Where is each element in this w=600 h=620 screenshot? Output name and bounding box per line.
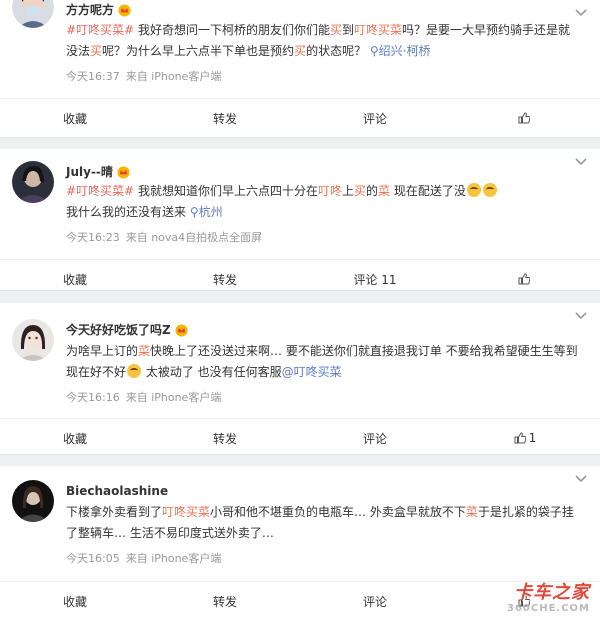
weibo-post-1: 方方呢方 #叮咚买菜# 我好奇想问一下柯桥的朋友们你们能买到叮咚买菜吗？是要一大… <box>0 0 600 138</box>
laugh-emoji-icon <box>127 364 142 378</box>
keyword-highlight: 叮咚买菜 <box>162 505 211 519</box>
post-time[interactable]: 今天16:37 <box>66 70 120 83</box>
post-content: #叮咚买菜# 我好奇想问一下柯桥的朋友们你们能买到叮咚买菜吗？是要一大早预约骑手… <box>66 23 571 58</box>
post-source: 来自 iPhone客户端 <box>125 70 222 83</box>
post-source: 来自 iPhone客户端 <box>125 552 222 565</box>
thumbs-up-icon <box>514 432 526 444</box>
collect-button[interactable]: 收藏 <box>0 582 150 620</box>
post-content: 下楼拿外卖看到了叮咚买菜小哥和他不堪重负的电瓶车… 外卖盒早就放不下菜于是扎紧的… <box>66 505 574 540</box>
thumbs-up-icon <box>518 595 530 607</box>
action-bar: 收藏 转发 评论 1 <box>0 418 600 457</box>
username[interactable]: July--晴 <box>66 163 130 180</box>
chevron-down-icon[interactable] <box>574 8 588 18</box>
avatar[interactable] <box>12 319 54 361</box>
post-source: 来自 iPhone客户端 <box>125 391 222 404</box>
post-content: #叮咚买菜# 我就想知道你们早上六点四十分在叮咚上买的菜 现在配送了没 我什么我的… <box>66 181 580 223</box>
keyword-highlight: 叮咚 <box>317 184 342 198</box>
post-time[interactable]: 今天16:05 <box>66 552 120 565</box>
keyword-highlight: 菜 <box>138 344 151 358</box>
username[interactable]: 方方呢方 <box>66 1 131 18</box>
username[interactable]: Biechaolashine <box>66 484 168 498</box>
comment-button[interactable]: 评论 <box>300 582 450 620</box>
mention-or-location-link[interactable]: @叮咚买菜 <box>282 365 342 379</box>
like-button[interactable] <box>450 99 600 137</box>
collect-button[interactable]: 收藏 <box>0 99 150 137</box>
action-bar: 收藏 转发 评论 <box>0 98 600 137</box>
chevron-down-icon[interactable] <box>574 311 588 321</box>
weibo-post-4: Biechaolashine 下楼拿外卖看到了叮咚买菜小哥和他不堪重负的电瓶车…… <box>0 466 600 620</box>
post-meta: 今天16:23 来自 nova4自拍极点全面屏 <box>66 229 262 245</box>
post-source: 来自 nova4自拍极点全面屏 <box>125 231 263 244</box>
mention-or-location-link[interactable]: ⚲绍兴·柯桥 <box>370 44 431 58</box>
like-button[interactable] <box>450 582 600 620</box>
vip-crown-icon <box>175 324 188 337</box>
vip-crown-icon <box>118 4 131 17</box>
keyword-highlight: 菜 <box>465 505 478 519</box>
username[interactable]: 今天好好吃饭了吗Z <box>66 321 188 338</box>
hashtag-link[interactable]: #叮咚买菜# <box>66 184 134 198</box>
action-bar: 收藏 转发 评论 11 <box>0 259 600 298</box>
keyword-highlight: 菜 <box>378 184 391 198</box>
chevron-down-icon[interactable] <box>574 157 588 167</box>
keyword-highlight: 叮咚买菜 <box>353 23 402 37</box>
keyword-highlight: 买 <box>353 184 366 198</box>
comment-button[interactable]: 评论 <box>300 99 450 137</box>
keyword-highlight: 买 <box>90 44 103 58</box>
laugh-emoji-icon <box>466 183 481 197</box>
weibo-post-2: July--晴 #叮咚买菜# 我就想知道你们早上六点四十分在叮咚上买的菜 现在配… <box>0 149 600 291</box>
thumbs-up-icon <box>518 273 530 285</box>
comment-button[interactable]: 评论 <box>300 419 450 457</box>
collect-button[interactable]: 收藏 <box>0 419 150 457</box>
vip-crown-icon <box>117 166 130 179</box>
keyword-highlight: 买 <box>294 44 307 58</box>
avatar[interactable] <box>12 0 54 28</box>
post-meta: 今天16:05 来自 iPhone客户端 <box>66 550 221 566</box>
post-time[interactable]: 今天16:23 <box>66 231 120 244</box>
avatar[interactable] <box>12 161 54 203</box>
post-meta: 今天16:37 来自 iPhone客户端 <box>66 68 221 84</box>
like-count: 1 <box>528 431 537 445</box>
like-button[interactable] <box>450 260 600 298</box>
thumbs-up-icon <box>518 112 530 124</box>
repost-button[interactable]: 转发 <box>150 419 300 457</box>
post-content: 为啥早上订的菜快晚上了还没送过来啊… 要不能送你们就直接退我订单 不要给我希望硬… <box>66 344 578 379</box>
repost-button[interactable]: 转发 <box>150 99 300 137</box>
collect-button[interactable]: 收藏 <box>0 260 150 298</box>
like-button[interactable]: 1 <box>450 419 600 457</box>
weibo-post-3: 今天好好吃饭了吗Z 为啥早上订的菜快晚上了还没送过来啊… 要不能送你们就直接退我… <box>0 303 600 455</box>
laugh-emoji-icon <box>482 183 497 197</box>
comment-button[interactable]: 评论 11 <box>300 260 450 298</box>
hashtag-link[interactable]: #叮咚买菜# <box>66 23 134 37</box>
repost-button[interactable]: 转发 <box>150 260 300 298</box>
keyword-highlight: 买 <box>329 23 342 37</box>
action-bar: 收藏 转发 评论 <box>0 581 600 620</box>
mention-or-location-link[interactable]: ⚲杭州 <box>190 205 223 219</box>
post-meta: 今天16:16 来自 iPhone客户端 <box>66 389 221 405</box>
post-time[interactable]: 今天16:16 <box>66 391 120 404</box>
avatar[interactable] <box>12 480 54 522</box>
chevron-down-icon[interactable] <box>574 474 588 484</box>
repost-button[interactable]: 转发 <box>150 582 300 620</box>
